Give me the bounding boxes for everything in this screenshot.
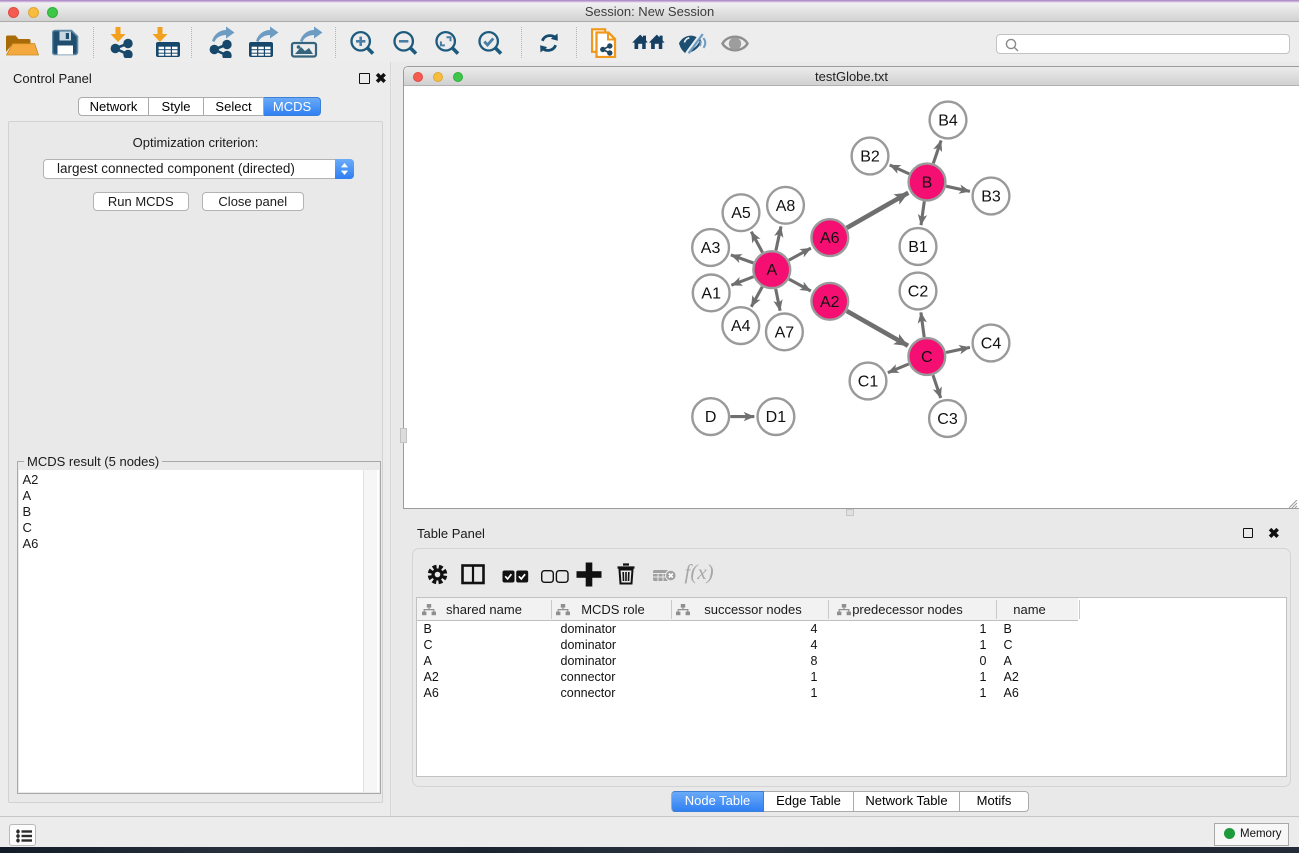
svg-text:A7: A7: [775, 324, 795, 341]
svg-text:A1: A1: [701, 285, 721, 302]
svg-text:B3: B3: [981, 189, 1001, 206]
svg-text:C3: C3: [937, 411, 958, 428]
svg-text:A5: A5: [731, 205, 751, 222]
svg-text:A4: A4: [731, 318, 751, 335]
svg-text:C4: C4: [981, 336, 1002, 353]
svg-text:B2: B2: [860, 149, 880, 166]
svg-text:A: A: [766, 262, 777, 279]
svg-text:D1: D1: [766, 409, 787, 426]
svg-text:B4: B4: [938, 113, 958, 130]
svg-text:B1: B1: [908, 239, 928, 256]
svg-text:C1: C1: [858, 374, 879, 391]
svg-text:A2: A2: [820, 294, 840, 311]
svg-text:A8: A8: [776, 198, 796, 215]
svg-text:D: D: [705, 409, 717, 426]
svg-text:A6: A6: [820, 230, 840, 247]
svg-text:A3: A3: [701, 240, 721, 257]
svg-text:C: C: [921, 349, 933, 366]
svg-text:C2: C2: [908, 284, 929, 301]
svg-text:B: B: [922, 175, 933, 192]
